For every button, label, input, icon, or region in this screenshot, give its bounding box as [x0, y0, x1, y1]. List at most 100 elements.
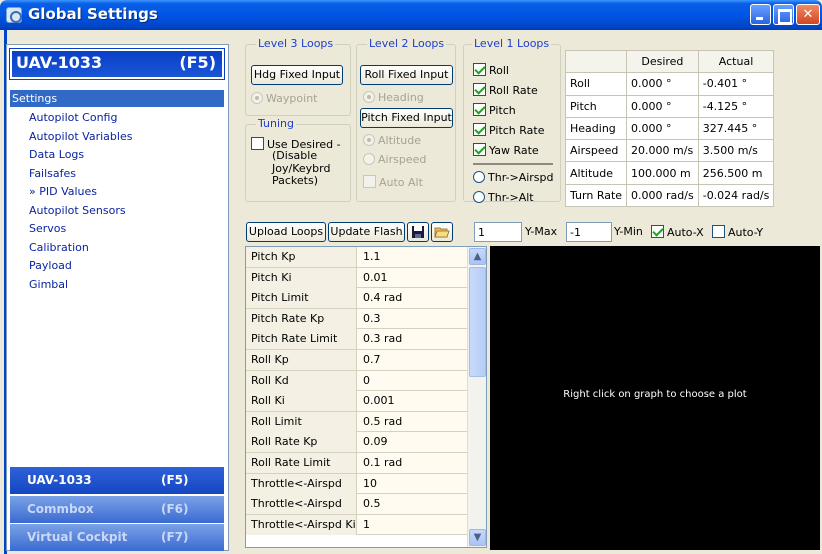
table-row: Altitude 100.000 m 256.500 m	[564, 161, 775, 185]
auto-x-checkbox[interactable]: Auto-X	[651, 225, 704, 239]
pid-value-cell[interactable]: 0	[358, 371, 370, 391]
roll-fixed-input-button[interactable]: Roll Fixed Input	[360, 65, 453, 85]
pid-value-cell[interactable]: 0.09	[358, 432, 388, 452]
pid-value-cell[interactable]: 1.1	[358, 247, 381, 267]
table-row[interactable]: Roll Rate Kp 0.09	[246, 432, 468, 453]
table-row[interactable]: Roll Rate Limit 0.1 rad	[246, 452, 468, 474]
pid-value-cell[interactable]: 0.001	[358, 391, 395, 411]
close-icon: ✕	[802, 7, 814, 22]
table-cell: 20.000 m/s	[626, 139, 699, 163]
graph-area[interactable]: Right click on graph to choose a plot	[490, 246, 820, 550]
save-button[interactable]	[407, 222, 429, 242]
radio-dot	[473, 171, 485, 183]
table-row[interactable]: Roll Kp 0.7	[246, 349, 468, 371]
yaw-rate-checkbox[interactable]: Yaw Rate	[473, 143, 539, 157]
table-row[interactable]: Roll Ki 0.001	[246, 391, 468, 412]
minimize-button[interactable]	[750, 4, 771, 25]
table-row[interactable]: Throttle<-Airspd Kd0.5	[246, 494, 468, 530]
state-table: Desired Actual Roll 0.000 ° -0.401 ° Pitch…	[564, 49, 775, 208]
pid-value-cell[interactable]: 0.7	[358, 350, 381, 370]
table-row[interactable]: Throttle<-Airspd Ki 1	[246, 514, 468, 536]
sidebar: UAV-1033 (F5) Settings Autopilot Config …	[6, 44, 229, 551]
table-row[interactable]: Roll Limit 0.5 rad	[246, 411, 468, 433]
altitude-radio[interactable]: Altitude	[363, 134, 421, 147]
nav-commbox-button[interactable]: Commbox (F6)	[10, 496, 224, 523]
update-flash-button[interactable]: Update Flash	[328, 222, 405, 242]
sidebar-item-pid-values[interactable]: » PID Values	[29, 183, 132, 202]
sidebar-item-data-logs[interactable]: Data Logs	[29, 146, 132, 165]
pid-name-cell: Roll Kd	[246, 370, 357, 391]
checkbox-box	[473, 143, 486, 156]
auto-y-checkbox[interactable]: Auto-Y	[712, 225, 763, 239]
sidebar-item-payload[interactable]: Payload	[29, 257, 132, 276]
graph-message: Right click on graph to choose a plot	[563, 389, 747, 400]
table-cell: 0.000 °	[626, 94, 699, 118]
pitch-fixed-input-button[interactable]: Pitch Fixed Input	[360, 108, 453, 128]
sidebar-item-servos[interactable]: Servos	[29, 220, 132, 239]
sidebar-item-settings[interactable]: Settings	[10, 90, 224, 107]
sidebar-item-failsafes[interactable]: Failsafes	[29, 165, 132, 184]
radio-dot	[363, 134, 375, 146]
nav-virtual-cockpit-button[interactable]: Virtual Cockpit (F7)	[10, 524, 224, 551]
roll-checkbox[interactable]: Roll	[473, 63, 509, 77]
table-row[interactable]: Throttle<-Airspd Kp10	[246, 473, 468, 510]
upload-loops-button[interactable]: Upload Loops	[246, 222, 326, 242]
sidebar-item-gimbal[interactable]: Gimbal	[29, 276, 132, 295]
sidebar-item-autopilot-sensors[interactable]: Autopilot Sensors	[29, 202, 132, 221]
nav-uav-button[interactable]: UAV-1033 (F5)	[10, 467, 224, 494]
pitch-checkbox[interactable]: Pitch	[473, 103, 516, 117]
nav-virtual-cockpit-label: Virtual Cockpit	[27, 530, 128, 544]
table-row[interactable]: Pitch Limit 0.4 rad	[246, 288, 468, 309]
waypoint-radio[interactable]: Waypoint	[251, 92, 317, 105]
sidebar-item-autopilot-config[interactable]: Autopilot Config	[29, 109, 132, 128]
tuning-group: Tuning Use Desired - (Disable Joy/Keybrd…	[245, 117, 351, 202]
heading-label: Heading	[378, 91, 424, 104]
pid-value-cell[interactable]: 0.5 rad	[358, 412, 402, 432]
auto-y-label: Auto-Y	[728, 226, 764, 239]
pid-value-cell[interactable]: 0.3 rad	[358, 329, 402, 349]
radio-dot	[473, 191, 485, 203]
pid-value-cell[interactable]: 0.4 rad	[358, 288, 402, 308]
table-row[interactable]: Pitch Kp 1.1	[246, 247, 468, 268]
pid-value-cell[interactable]: 0.3	[358, 309, 381, 329]
thr-alt-radio[interactable]: Thr->Alt	[473, 191, 534, 204]
scroll-up-icon[interactable]: ▲	[469, 248, 486, 265]
scroll-thumb[interactable]	[469, 267, 486, 377]
table-header	[564, 49, 628, 74]
pid-name-cell: Pitch Rate Limit	[246, 329, 357, 350]
open-folder-button[interactable]	[431, 222, 453, 242]
hdg-fixed-input-button[interactable]: Hdg Fixed Input	[251, 65, 343, 85]
pid-value-cell[interactable]: 1	[358, 515, 370, 535]
close-button[interactable]: ✕	[796, 4, 820, 25]
table-row[interactable]: Roll Kd 0	[246, 370, 468, 392]
sidebar-title: UAV-1033	[16, 53, 103, 72]
ymax-input[interactable]	[474, 222, 522, 242]
table-header-row: Desired Actual	[564, 49, 775, 74]
sidebar-item-calibration[interactable]: Calibration	[29, 239, 132, 258]
pid-value-cell[interactable]: 0.01	[358, 268, 388, 288]
vertical-scrollbar[interactable]: ▲ ▼	[467, 247, 486, 547]
thr-airspd-radio[interactable]: Thr->Airspd	[473, 171, 554, 184]
roll-rate-checkbox[interactable]: Roll Rate	[473, 83, 538, 97]
airspeed-radio[interactable]: Airspeed	[363, 153, 426, 166]
ymin-input[interactable]	[566, 222, 612, 242]
pitch-rate-checkbox[interactable]: Pitch Rate	[473, 123, 545, 137]
pid-value-cell[interactable]: 0.5	[358, 494, 381, 514]
pid-value-cell[interactable]: 10	[358, 474, 377, 494]
table-row[interactable]: Pitch Rate Limit 0.3 rad	[246, 329, 468, 350]
pid-name-cell: Throttle<-Airspd Ki	[246, 514, 357, 535]
scroll-down-icon[interactable]: ▼	[469, 529, 486, 546]
sidebar-hotkey: (F5)	[179, 53, 216, 72]
table-header: Actual	[697, 49, 775, 74]
table-row[interactable]: Pitch Ki 0.01	[246, 267, 468, 289]
checkbox-box	[473, 63, 486, 76]
ymax-label: Y-Max	[525, 225, 558, 238]
pid-name-cell: Roll Kp	[246, 349, 357, 370]
auto-alt-checkbox[interactable]: Auto Alt	[363, 175, 423, 189]
maximize-button[interactable]	[773, 4, 794, 25]
table-row[interactable]: Pitch Rate Kp 0.3	[246, 308, 468, 330]
sidebar-item-autopilot-variables[interactable]: Autopilot Variables	[29, 128, 132, 147]
heading-radio[interactable]: Heading	[363, 91, 424, 104]
pid-value-cell[interactable]: 0.1 rad	[358, 453, 402, 473]
tuning-line-2: (Disable	[272, 149, 318, 162]
